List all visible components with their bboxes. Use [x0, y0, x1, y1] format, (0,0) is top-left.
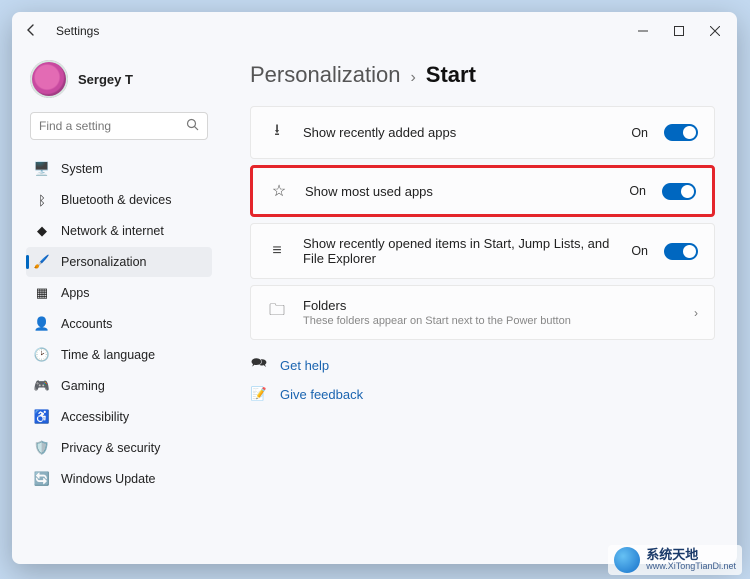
setting-text: Show most used apps	[305, 184, 613, 199]
sidebar-item-label: Gaming	[61, 379, 105, 393]
setting-label: Folders	[303, 298, 678, 313]
search-input[interactable]: Find a setting	[30, 112, 208, 140]
sidebar-item-network-internet[interactable]: ◆ Network & internet	[26, 216, 212, 246]
sidebar-item-gaming[interactable]: 🎮 Gaming	[26, 371, 212, 401]
setting-row-show-recently-added-apps: ⭳ Show recently added apps On	[250, 106, 715, 159]
watermark-en: www.XiTongTianDi.net	[646, 562, 736, 572]
window-controls	[625, 16, 733, 46]
settings-window: Settings Sergey T Find a setting 🖥️ Syste…	[12, 12, 737, 564]
gaming-icon: 🎮	[34, 378, 50, 394]
chevron-right-icon: ›	[410, 69, 415, 87]
setting-text: Folders These folders appear on Start nex…	[303, 298, 678, 327]
minimize-icon	[638, 26, 648, 36]
sidebar-item-label: Bluetooth & devices	[61, 193, 172, 207]
get-help-link[interactable]: 🗪 Get help	[250, 354, 715, 376]
privacy-icon: 🛡️	[34, 440, 50, 456]
apps-icon: ▦	[34, 285, 50, 301]
sidebar-item-label: System	[61, 162, 103, 176]
settings-list: ⭳ Show recently added apps On ☆ Show most us…	[250, 106, 715, 340]
user-block[interactable]: Sergey T	[30, 60, 212, 98]
list-icon: ≡	[267, 242, 287, 260]
sidebar-item-label: Accessibility	[61, 410, 129, 424]
sidebar-item-label: Network & internet	[61, 224, 164, 238]
sidebar-item-label: Accounts	[61, 317, 112, 331]
toggle-switch[interactable]	[664, 124, 698, 141]
maximize-icon	[674, 26, 684, 36]
give-feedback-link[interactable]: 📝 Give feedback	[250, 386, 715, 402]
setting-text: Show recently opened items in Start, Jum…	[303, 236, 615, 266]
titlebar: Settings	[12, 12, 737, 50]
star-icon: ☆	[269, 181, 289, 201]
sidebar-item-personalization[interactable]: 🖌️ Personalization	[26, 247, 212, 277]
window-title: Settings	[56, 24, 99, 38]
accessibility-icon: ♿	[34, 409, 50, 425]
sidebar-item-label: Personalization	[61, 255, 146, 269]
toggle-state: On	[631, 244, 648, 258]
time-icon: 🕑	[34, 347, 50, 363]
sidebar-item-accounts[interactable]: 👤 Accounts	[26, 309, 212, 339]
setting-row-folders[interactable]: 🗀 Folders These folders appear on Start ne…	[250, 285, 715, 340]
minimize-button[interactable]	[625, 16, 661, 46]
sidebar: Sergey T Find a setting 🖥️ System ᛒ Bluetoo…	[12, 50, 220, 564]
setting-text: Show recently added apps	[303, 125, 615, 140]
breadcrumb-current: Start	[426, 62, 476, 88]
help-links: 🗪 Get help 📝 Give feedback	[250, 354, 715, 402]
personalization-icon: 🖌️	[34, 254, 50, 270]
update-icon: 🔄	[34, 471, 50, 487]
search-placeholder: Find a setting	[39, 119, 111, 133]
chevron-right-icon: ›	[694, 306, 698, 320]
toggle-switch[interactable]	[664, 243, 698, 260]
toggle-state: On	[631, 126, 648, 140]
sidebar-item-label: Apps	[61, 286, 90, 300]
sidebar-item-label: Time & language	[61, 348, 155, 362]
setting-label: Show recently added apps	[303, 125, 615, 140]
arrow-left-icon	[26, 24, 38, 36]
sidebar-item-apps[interactable]: ▦ Apps	[26, 278, 212, 308]
sidebar-item-system[interactable]: 🖥️ System	[26, 154, 212, 184]
nav: 🖥️ System ᛒ Bluetooth & devices ◆ Network & i…	[26, 154, 212, 494]
sidebar-item-label: Windows Update	[61, 472, 156, 486]
breadcrumb: Personalization › Start	[250, 62, 715, 88]
sidebar-item-accessibility[interactable]: ♿ Accessibility	[26, 402, 212, 432]
breadcrumb-parent[interactable]: Personalization	[250, 62, 400, 88]
feedback-icon: 📝	[250, 386, 268, 402]
sidebar-item-windows-update[interactable]: 🔄 Windows Update	[26, 464, 212, 494]
setting-row-show-recently-opened-items-in-: ≡ Show recently opened items in Start, Ju…	[250, 223, 715, 279]
network-icon: ◆	[34, 223, 50, 239]
search-icon	[186, 118, 199, 134]
sidebar-item-bluetooth-devices[interactable]: ᛒ Bluetooth & devices	[26, 185, 212, 215]
sidebar-item-label: Privacy & security	[61, 441, 160, 455]
display-icon: 🖥️	[34, 161, 50, 177]
download-icon: ⭳	[267, 119, 287, 146]
get-help-label: Get help	[280, 358, 329, 373]
toggle-switch[interactable]	[662, 183, 696, 200]
user-name: Sergey T	[78, 72, 133, 87]
give-feedback-label: Give feedback	[280, 387, 363, 402]
main-content: Personalization › Start ⭳ Show recently a…	[220, 50, 737, 564]
setting-label: Show recently opened items in Start, Jum…	[303, 236, 615, 266]
maximize-button[interactable]	[661, 16, 697, 46]
help-icon: 🗪	[250, 354, 268, 376]
watermark-logo-icon	[614, 547, 640, 573]
toggle-state: On	[629, 184, 646, 198]
close-icon	[710, 26, 720, 36]
watermark: 系统天地 www.XiTongTianDi.net	[608, 545, 742, 575]
bluetooth-icon: ᛒ	[34, 192, 50, 208]
avatar	[30, 60, 68, 98]
setting-label: Show most used apps	[305, 184, 613, 199]
back-button[interactable]	[22, 24, 42, 39]
setting-subtext: These folders appear on Start next to th…	[303, 315, 678, 327]
setting-row-show-most-used-apps: ☆ Show most used apps On	[250, 165, 715, 217]
folder-icon: 🗀	[267, 299, 287, 326]
sidebar-item-time-language[interactable]: 🕑 Time & language	[26, 340, 212, 370]
close-button[interactable]	[697, 16, 733, 46]
accounts-icon: 👤	[34, 316, 50, 332]
sidebar-item-privacy-security[interactable]: 🛡️ Privacy & security	[26, 433, 212, 463]
window-body: Sergey T Find a setting 🖥️ System ᛒ Bluetoo…	[12, 50, 737, 564]
watermark-cn: 系统天地	[646, 548, 736, 562]
